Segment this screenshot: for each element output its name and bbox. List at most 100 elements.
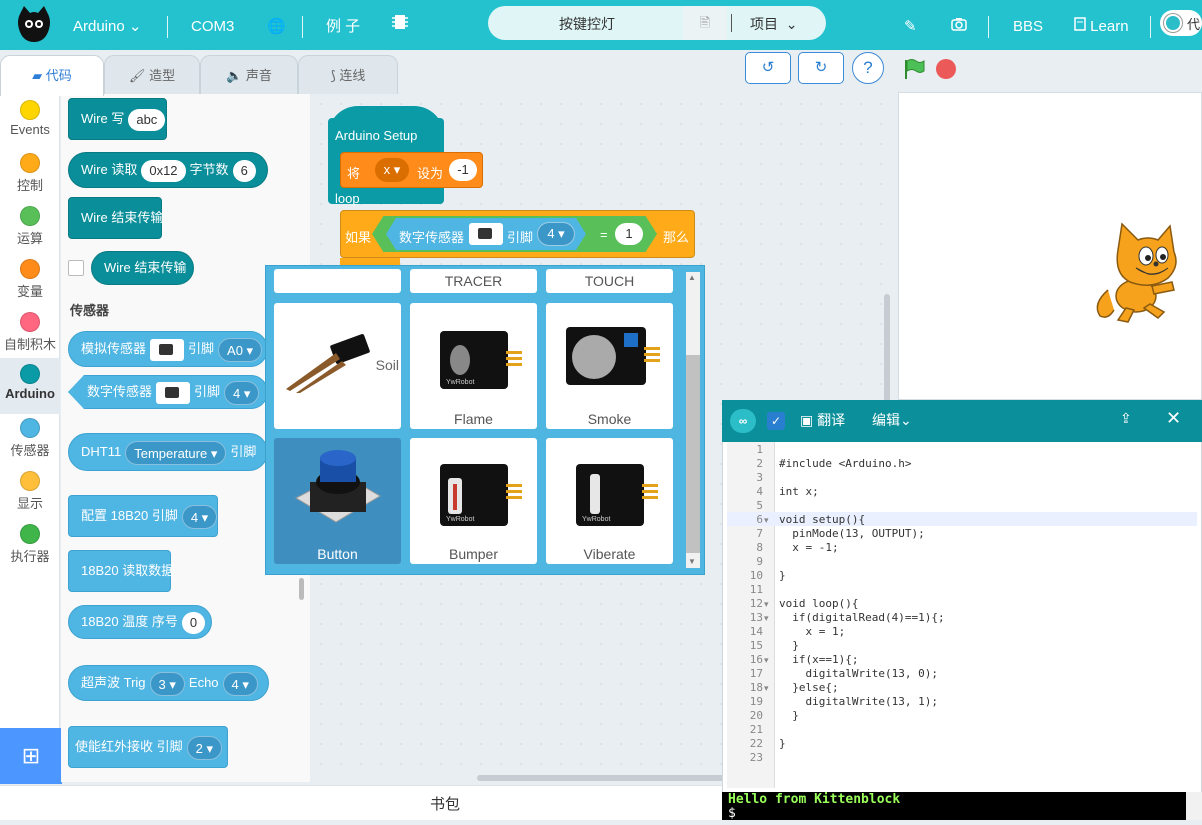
- pin-dropdown[interactable]: 4 ▾: [537, 222, 575, 246]
- 18b20-pin-dropdown[interactable]: 4 ▾: [181, 504, 218, 529]
- workspace-v-scrollbar[interactable]: [884, 294, 890, 404]
- camera-icon[interactable]: [951, 0, 967, 50]
- block-analog-sensor[interactable]: 模拟传感器 引脚 A0 ▾: [68, 331, 268, 367]
- kittenblock-logo[interactable]: [14, 4, 54, 44]
- tab-code[interactable]: ▰ 代码: [0, 55, 104, 96]
- block-wire-end-reporter[interactable]: Wire 结束传输: [91, 251, 194, 285]
- upload-icon[interactable]: ⇪: [1120, 410, 1132, 427]
- cat-sprite[interactable]: [1088, 220, 1188, 329]
- picker-item-smoke[interactable]: Smoke: [546, 303, 673, 429]
- set-value-input[interactable]: -1: [449, 159, 477, 181]
- digital-pin-dropdown[interactable]: 4 ▾: [224, 380, 260, 405]
- code-line[interactable]: int x;: [779, 485, 819, 499]
- category-events[interactable]: Events: [0, 96, 60, 149]
- code-line[interactable]: x = -1;: [779, 541, 838, 555]
- bbs-link[interactable]: BBS: [1013, 0, 1043, 50]
- save-icon[interactable]: 🖹: [683, 6, 727, 40]
- picker-item-soil[interactable]: Soil: [274, 303, 401, 429]
- picker-item-tracer[interactable]: TRACER: [410, 269, 537, 293]
- board-menu[interactable]: Arduino ⌄: [73, 0, 141, 50]
- close-icon[interactable]: ✕: [1166, 408, 1181, 429]
- code-mode-toggle[interactable]: 代: [1160, 10, 1202, 36]
- code-line[interactable]: }: [779, 569, 786, 583]
- block-18b20-temperature[interactable]: 18B20 温度 序号 0: [68, 605, 212, 639]
- sensor-image-icon[interactable]: [469, 223, 503, 245]
- tab-costumes[interactable]: 🖌 造型: [104, 55, 200, 95]
- category-arduino[interactable]: Arduino: [0, 358, 60, 414]
- block-ultrasonic[interactable]: 超声波 Trig 3 ▾ Echo 4 ▾: [68, 665, 269, 701]
- category-my-blocks[interactable]: 自制积木: [0, 308, 60, 361]
- variable-dropdown[interactable]: x ▾: [375, 158, 409, 182]
- scroll-up-arrow-icon[interactable]: ▲: [688, 273, 696, 282]
- project-menu[interactable]: 项目 ⌄: [750, 6, 798, 40]
- undo-button[interactable]: ↺: [745, 52, 791, 84]
- checkbox-checked-icon[interactable]: ✓: [767, 412, 785, 430]
- sensor-image-icon[interactable]: [156, 381, 191, 404]
- picker-item-touch[interactable]: TOUCH: [546, 269, 673, 293]
- dht11-type-dropdown[interactable]: Temperature ▾: [125, 440, 227, 465]
- chip-icon[interactable]: [392, 0, 408, 50]
- code-line[interactable]: x = 1;: [779, 625, 845, 639]
- wire-write-input[interactable]: abc: [128, 108, 166, 131]
- echo-pin-dropdown[interactable]: 4 ▾: [222, 671, 258, 696]
- category-operators[interactable]: 运算: [0, 202, 60, 255]
- fold-arrow-icon[interactable]: ▾: [764, 681, 769, 695]
- redo-button[interactable]: ↻: [798, 52, 844, 84]
- stop-button[interactable]: [936, 59, 956, 79]
- block-ir-enable[interactable]: 使能红外接收 引脚 2 ▾: [68, 726, 228, 768]
- translate-button[interactable]: ▣ 翻译: [800, 410, 845, 430]
- port-menu[interactable]: COM3: [191, 0, 234, 50]
- code-line[interactable]: if(digitalRead(4)==1){;: [779, 611, 944, 625]
- tab-wiring[interactable]: ⟆ 连线: [298, 55, 398, 95]
- help-button[interactable]: ?: [852, 52, 884, 84]
- code-line[interactable]: #include <Arduino.h>: [779, 457, 911, 471]
- green-flag-icon[interactable]: [902, 57, 926, 84]
- code-line[interactable]: digitalWrite(13, 1);: [779, 695, 937, 709]
- category-variables[interactable]: 变量: [0, 255, 60, 308]
- scroll-down-arrow-icon[interactable]: ▼: [688, 557, 696, 566]
- project-name-field[interactable]: 按键控灯: [490, 6, 684, 40]
- tab-sounds[interactable]: 🔈 声音: [200, 55, 298, 95]
- block-wire-write[interactable]: Wire 写 abc: [68, 98, 167, 140]
- code-line[interactable]: }: [779, 737, 786, 751]
- code-line[interactable]: if(x==1){;: [779, 653, 858, 667]
- pencil-icon[interactable]: ✎: [904, 0, 917, 50]
- picker-item-flame[interactable]: YwRobot Flame: [410, 303, 537, 429]
- fold-arrow-icon[interactable]: ▾: [764, 653, 769, 667]
- code-line[interactable]: void loop(){: [779, 597, 858, 611]
- fold-arrow-icon[interactable]: ▾: [764, 513, 769, 527]
- reporter-checkbox[interactable]: [68, 260, 84, 276]
- block-wire-read[interactable]: Wire 读取 0x12 字节数 6: [68, 152, 268, 188]
- edit-menu[interactable]: 编辑⌄: [872, 410, 912, 430]
- code-line[interactable]: pinMode(13, OUTPUT);: [779, 527, 924, 541]
- sensor-image-icon[interactable]: [150, 338, 185, 361]
- picker-item-bumper[interactable]: YwRobot Bumper: [410, 438, 537, 564]
- block-read-18b20[interactable]: 18B20 读取数据: [68, 550, 174, 592]
- compare-value-input[interactable]: 1: [615, 223, 643, 245]
- picker-item-top-1[interactable]: [274, 269, 401, 293]
- add-extension-button[interactable]: ⊞: [0, 728, 62, 784]
- block-config-18b20[interactable]: 配置 18B20 引脚 4 ▾: [68, 495, 218, 537]
- 18b20-index-input[interactable]: 0: [181, 611, 206, 634]
- ir-pin-dropdown[interactable]: 2 ▾: [186, 735, 222, 760]
- code-line[interactable]: }: [779, 709, 799, 723]
- analog-pin-dropdown[interactable]: A0 ▾: [218, 337, 263, 362]
- backpack-label[interactable]: 书包: [0, 785, 890, 820]
- block-wire-end-transmission[interactable]: Wire 结束传输: [68, 197, 163, 239]
- code-line[interactable]: }else{;: [779, 681, 838, 695]
- picker-item-viberate[interactable]: YwRobot Viberate: [546, 438, 673, 564]
- picker-item-button[interactable]: Button: [274, 438, 401, 564]
- fold-arrow-icon[interactable]: ▾: [764, 611, 769, 625]
- trig-pin-dropdown[interactable]: 3 ▾: [149, 671, 185, 696]
- category-control[interactable]: 控制: [0, 149, 60, 202]
- code-line[interactable]: digitalWrite(13, 0);: [779, 667, 937, 681]
- palette-scrollbar[interactable]: [299, 578, 304, 600]
- category-actuators[interactable]: 执行器: [0, 520, 60, 573]
- workspace-h-scrollbar[interactable]: [477, 775, 727, 781]
- code-line[interactable]: }: [779, 639, 799, 653]
- category-display[interactable]: 显示: [0, 467, 60, 520]
- globe-icon[interactable]: 🌐: [267, 0, 286, 50]
- picker-scrollbar-thumb[interactable]: [686, 355, 700, 553]
- block-dht11[interactable]: DHT11 Temperature ▾ 引脚: [68, 433, 268, 471]
- wire-read-bytes-input[interactable]: 6: [232, 159, 256, 182]
